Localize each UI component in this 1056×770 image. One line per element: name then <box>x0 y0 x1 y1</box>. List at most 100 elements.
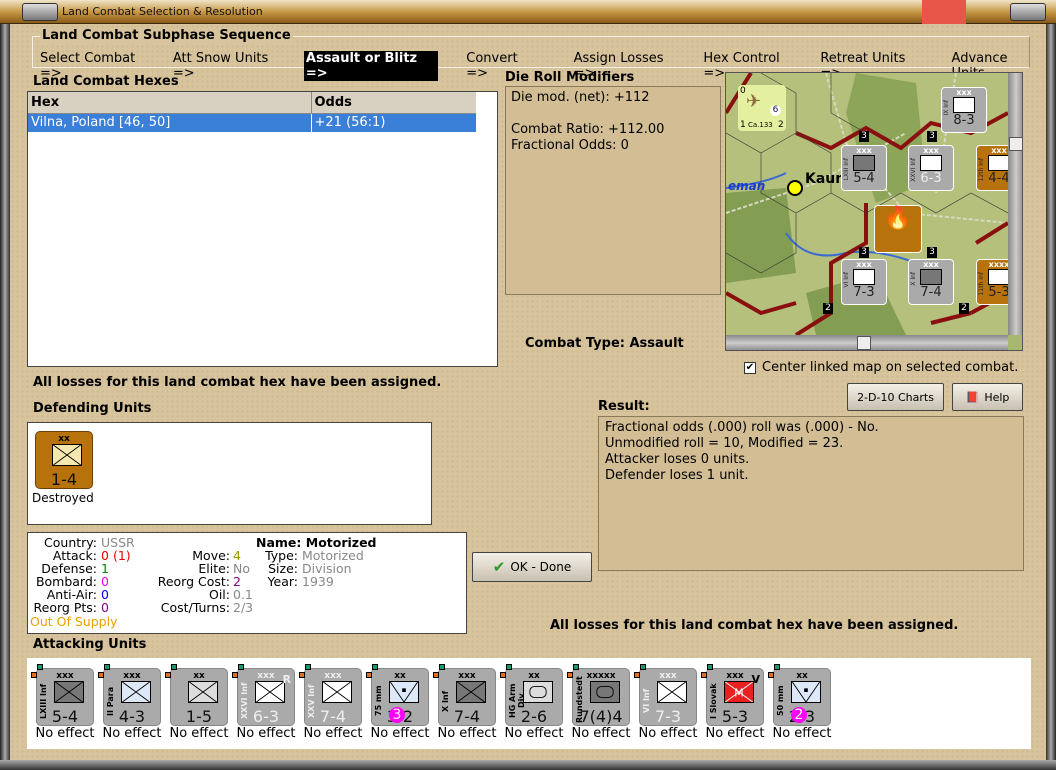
defender-counter[interactable]: xx 1-4 <box>35 431 93 489</box>
unit-effect: No effect <box>303 726 363 741</box>
fractional-odds-line: Fractional Odds: 0 <box>511 138 629 153</box>
die-roll-title: Die Roll Modifiers <box>505 70 635 85</box>
attacker-counter[interactable]: xxx LXIII Inf 5-4 <box>31 664 94 726</box>
unit-strength: 2-6 <box>520 707 548 726</box>
status-dot-icon <box>305 664 311 670</box>
attacker-counter[interactable]: xx 1-5 <box>165 664 228 726</box>
unit-effect: No effect <box>638 726 698 741</box>
unit-effect: No effect <box>102 726 162 741</box>
costturns-value: 2/3 <box>233 600 254 615</box>
unit-effect: No effect <box>236 726 296 741</box>
combat-ratio-line: Combat Ratio: +112.00 <box>511 122 665 137</box>
unit-name: XXVI Inf <box>910 158 917 182</box>
costturns-label: Cost/Turns: <box>160 600 230 615</box>
map-unit-counter[interactable]: xxx 8-3 IX Inf <box>941 87 987 133</box>
defender-map-counter-fire-icon[interactable]: 🔥 <box>874 205 922 253</box>
river-label: eman <box>728 179 766 193</box>
status-dot-icon <box>707 664 713 670</box>
unit-strength: 7(4)4 <box>579 707 623 726</box>
stack-count: 3 <box>859 247 869 258</box>
hscroll-thumb[interactable] <box>857 336 871 350</box>
attacker-counter[interactable]: xx 50 mm 2-3 2 <box>768 664 831 726</box>
stack-count: 3 <box>927 131 937 142</box>
combat-type-label: Combat Type: <box>525 336 625 351</box>
attacker-counter[interactable]: xxx XXV Inf 7-4 <box>299 664 362 726</box>
supply-status: Out Of Supply <box>30 614 118 629</box>
result-line: Defender loses 1 unit. <box>605 468 749 483</box>
window-title: Land Combat Selection & Resolution <box>62 5 263 18</box>
unit-effect: No effect <box>169 726 229 741</box>
hexes-table: Hex Odds Vilna, Poland [46, 50] +21 (56:… <box>27 91 498 367</box>
stack-count: 3 <box>859 131 869 142</box>
unit-strength: 6-3 <box>252 707 280 726</box>
attacker-counter[interactable]: xxx I Slovak M V 5-3 <box>701 664 764 726</box>
col-odds[interactable]: Odds <box>311 92 476 114</box>
attacking-units-box: xxx LXIII Inf 5-4 No effect xxx II Para … <box>27 658 1031 749</box>
svg-text:M: M <box>734 687 743 700</box>
unit-name: 11th Inf <box>978 272 985 296</box>
frame-right <box>1046 24 1056 770</box>
hexes-title: Land Combat Hexes <box>33 74 179 89</box>
infantry-symbol-icon <box>920 155 942 171</box>
map-unit-counter[interactable]: xxx 7-3 VI Inf <box>841 259 887 305</box>
map-hscrollbar[interactable] <box>726 335 1008 350</box>
attacker-counter[interactable]: xxx VI Inf 7-3 <box>634 664 697 726</box>
table-row[interactable]: Vilna, Poland [46, 50] +21 (56:1) <box>28 113 476 132</box>
combat-type: Combat Type: Assault <box>525 336 684 351</box>
step-att-snow: Att Snow Units => <box>172 51 269 81</box>
unit-symbol-icon <box>188 681 218 703</box>
window-close-button[interactable] <box>1010 3 1046 21</box>
help-button[interactable]: 📕 Help <box>952 383 1023 411</box>
unit-size: xxx <box>856 146 872 155</box>
unit-symbol-icon: M <box>724 681 754 703</box>
stack-count: 2 <box>823 303 833 314</box>
infantry-symbol-icon <box>853 155 875 171</box>
status-dot-icon <box>573 664 579 670</box>
map-unit-counter[interactable]: xxx 5-4 LXIII Inf <box>841 145 887 191</box>
help-button-label: Help <box>984 390 1010 404</box>
window-menu-button[interactable] <box>22 3 58 21</box>
status-dot-icon <box>37 664 43 670</box>
charts-button[interactable]: 2-D-10 Charts <box>847 383 944 411</box>
attacker-counter[interactable]: xx 75 mm 3-2 3 <box>366 664 429 726</box>
unit-badge: R <box>282 673 291 686</box>
attacker-counter[interactable]: xxxxx Rundstedt 7(4)4 <box>567 664 630 726</box>
unit-name: LXIII Inf <box>843 158 850 181</box>
center-map-label: Center linked map on selected combat. <box>762 360 1019 375</box>
attacker-counter[interactable]: xxx II Para 4-3 <box>98 664 161 726</box>
status-dot-icon <box>774 664 780 670</box>
unit-symbol-icon <box>322 681 352 703</box>
air-top-left: 0 <box>740 86 746 96</box>
map-vscrollbar[interactable] <box>1008 73 1022 335</box>
result-line: Attacker loses 0 units. <box>605 452 750 467</box>
attacker-counter[interactable]: xx HG Arm Div 2-6 <box>500 664 563 726</box>
unit-size: xxx <box>923 146 939 155</box>
stack-count: 2 <box>959 303 969 314</box>
map-unit-counter[interactable]: xxx 6-3 XXVI Inf <box>908 145 954 191</box>
map-unit-counter[interactable]: xxx 7-4 X Inf <box>908 259 954 305</box>
air-unit-counter[interactable]: 0 ✈ 6 1 Ca.133 2 <box>738 85 786 131</box>
center-map-checkbox[interactable]: ✔ <box>744 361 756 374</box>
attacker-counter[interactable]: xxx X Inf 7-4 <box>433 664 496 726</box>
center-map-option[interactable]: ✔ Center linked map on selected combat. <box>744 360 1018 375</box>
infantry-symbol-icon <box>988 269 1010 285</box>
col-hex[interactable]: Hex <box>28 92 312 114</box>
unit-symbol-icon <box>523 681 553 703</box>
unit-name: X Inf <box>910 272 917 286</box>
unit-effect: No effect <box>772 726 832 741</box>
ok-done-button[interactable]: ✔ OK - Done <box>472 552 592 582</box>
unit-name: IX Inf <box>943 100 950 116</box>
result-line: Unmodified roll = 10, Modified = 23. <box>605 436 844 451</box>
city-label: Kaun <box>805 171 846 187</box>
infantry-symbol-icon <box>953 97 975 113</box>
motorized-symbol-icon <box>52 444 82 466</box>
vscroll-thumb[interactable] <box>1009 137 1022 151</box>
linked-map[interactable]: Kaun eman 0 ✈ 6 1 Ca.133 2 xxx 8-3 IX In… <box>725 72 1023 351</box>
unit-strength: 7-4 <box>920 285 942 300</box>
ok-button-label: OK - Done <box>510 560 572 574</box>
result-line: Fractional odds (.000) roll was (.000) -… <box>605 420 879 435</box>
status-dot-icon <box>506 664 512 670</box>
attacker-counter[interactable]: xxx XXVI Inf R 6-3 <box>232 664 295 726</box>
hex-cell: Vilna, Poland [46, 50] <box>28 113 312 132</box>
unit-strength: 5-3 <box>721 707 749 726</box>
